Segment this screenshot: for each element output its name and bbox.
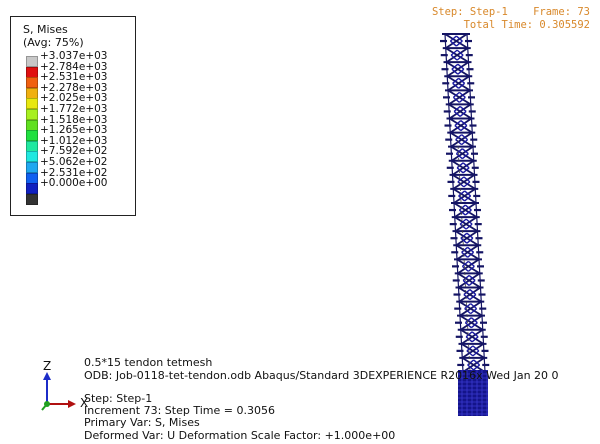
legend-swatch xyxy=(26,77,38,89)
legend-swatch xyxy=(26,98,38,110)
legend-swatch xyxy=(26,162,38,173)
legend-swatch xyxy=(26,109,38,120)
legend-label: +0.000e+00 xyxy=(40,177,108,190)
total-time-label: Total Time: 0.305592 xyxy=(463,19,590,31)
stress-legend: S, Mises (Avg: 75%) +3.037e+03 +2.784e+03… xyxy=(10,16,136,216)
model-name: 0.5*15 tendon tetmesh xyxy=(84,356,213,369)
legend-swatch xyxy=(26,183,38,195)
primary-var-label: Primary Var: S, Mises xyxy=(84,416,200,429)
odb-info: ODB: Job-0118-tet-tendon.odb Abaqus/Stan… xyxy=(84,369,559,382)
legend-swatch xyxy=(26,140,38,152)
legend-swatch xyxy=(26,56,38,67)
legend-swatch xyxy=(26,193,38,205)
triad xyxy=(41,372,76,411)
frame-step-label: Step: Step-1 Frame: 73 xyxy=(431,6,590,18)
legend-swatch xyxy=(26,66,38,78)
legend-title: S, Mises xyxy=(23,23,68,36)
legend-subtitle: (Avg: 75%) xyxy=(23,36,84,49)
tendon-mesh xyxy=(440,33,490,373)
legend-swatch xyxy=(26,151,38,163)
model-viewport[interactable]: S, Mises (Avg: 75%) +3.037e+03 +2.784e+03… xyxy=(0,0,600,444)
deformed-var-label: Deformed Var: U Deformation Scale Factor… xyxy=(84,429,396,442)
legend-swatch xyxy=(26,87,38,99)
triad-z-label: Z xyxy=(43,359,52,373)
legend-swatch xyxy=(26,172,38,184)
legend-swatch xyxy=(26,119,38,131)
legend-swatch xyxy=(26,130,38,142)
